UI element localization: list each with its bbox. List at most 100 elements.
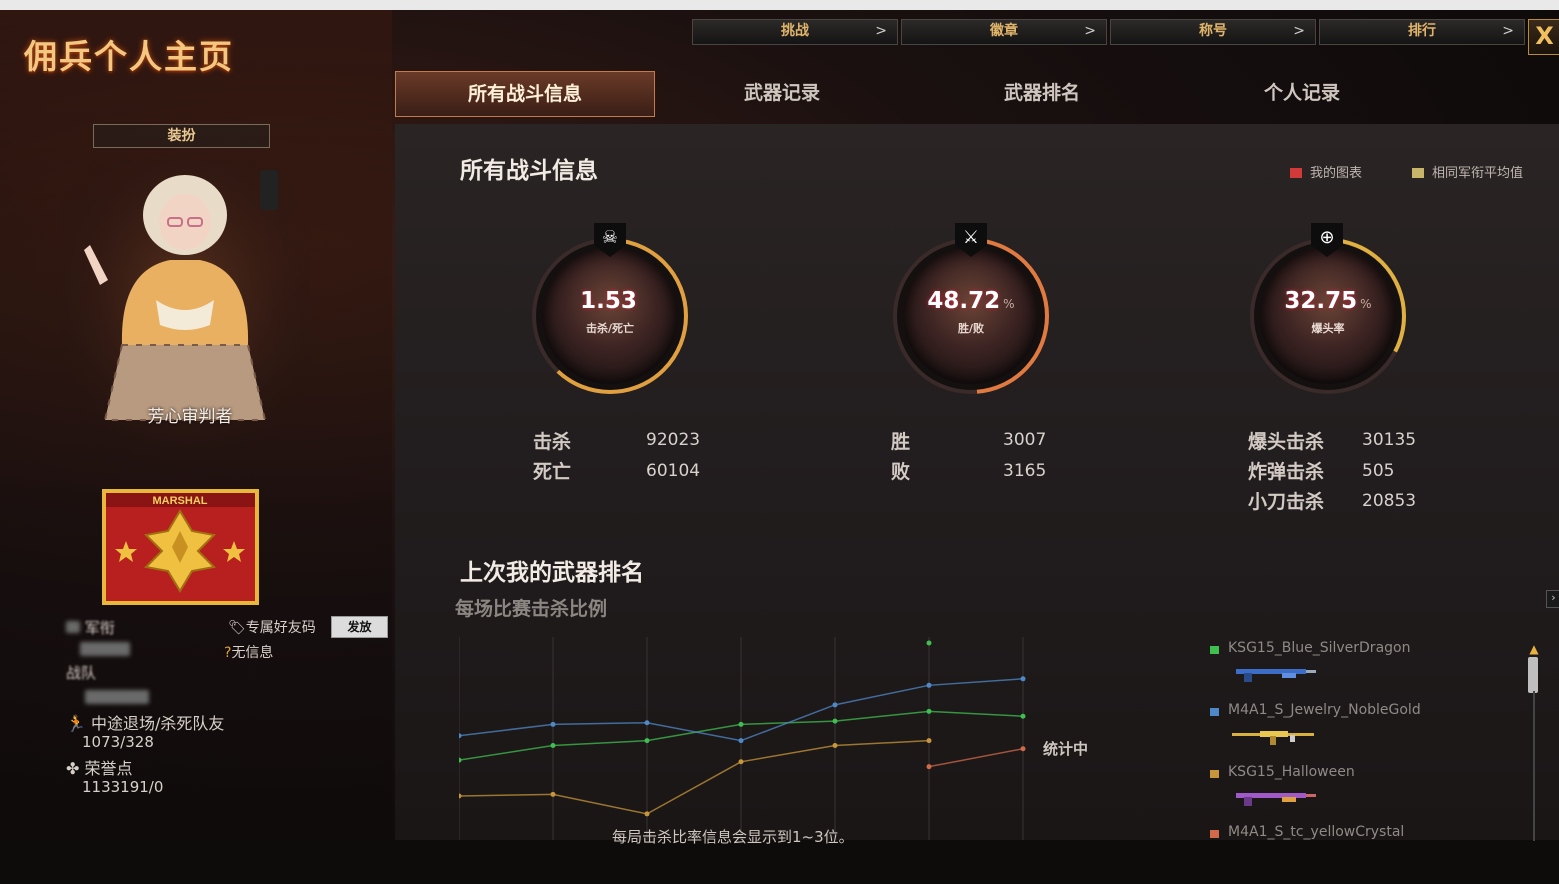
tab-weapon-rankings[interactable]: 武器排名 <box>913 71 1171 115</box>
rank-insignia: MARSHAL <box>102 489 259 605</box>
legend-mine: 我的图表 <box>1290 162 1362 181</box>
battle-info-heading: 所有战斗信息 <box>460 158 598 184</box>
tab-all-battle-info[interactable]: 所有战斗信息 <box>395 71 655 117</box>
shotgun-icon <box>1236 793 1316 806</box>
tab-ranking[interactable]: 排行 > <box>1319 19 1525 45</box>
legend-average: 相同军衔平均值 <box>1412 162 1523 181</box>
series-point-1 <box>459 733 462 739</box>
close-button[interactable]: X <box>1528 19 1559 55</box>
chevron-right-icon: > <box>875 23 887 39</box>
weapon-item[interactable]: M4A1_S_tc_yellowCrystal <box>1210 824 1510 884</box>
headshot-kills-label: 爆头击杀 <box>1248 431 1325 453</box>
chevron-right-icon: > <box>1084 23 1096 39</box>
kd-ratio-ring-center <box>542 248 678 384</box>
quit-kill-label: 中途退场/杀死队友 <box>91 714 225 733</box>
headshot-rate-ring: 32.75% 爆头率 <box>1248 236 1408 396</box>
weapon-item[interactable]: KSG15_Halloween <box>1210 764 1510 824</box>
bomb-kills-value: 505 <box>1362 461 1395 481</box>
legend-mine-swatch <box>1290 168 1302 178</box>
series-point-1 <box>1020 676 1026 682</box>
weapon-name: KSG15_Halloween <box>1228 764 1355 780</box>
series-point-2 <box>926 738 932 744</box>
series-point-3 <box>1020 746 1026 752</box>
rank-name: MARSHAL <box>153 495 208 507</box>
clan-name-redacted <box>85 690 149 708</box>
wins-label: 胜 <box>891 431 911 453</box>
headshot-rate-ring-center <box>1260 248 1396 384</box>
scrollbar-thumb[interactable] <box>1528 657 1538 693</box>
dress-up-button[interactable]: 装扮 <box>93 124 270 148</box>
series-point-0 <box>459 757 462 763</box>
series-point-2 <box>459 793 462 799</box>
shotgun-icon <box>1236 669 1316 682</box>
series-point-0 <box>926 708 932 714</box>
kd-ratio-value: 1.53 <box>530 288 690 314</box>
tab-badge[interactable]: 徽章 > <box>901 19 1107 45</box>
kills-label: 击杀 <box>533 431 572 453</box>
headshot-rate-value: 32.75% <box>1248 288 1408 314</box>
legend-mine-label: 我的图表 <box>1310 166 1363 181</box>
win-rate-number: 48.72 <box>927 288 1001 314</box>
honor-label: 荣誉点 <box>84 759 133 778</box>
weapon-list-scrollbar[interactable]: ▲ <box>1527 643 1541 841</box>
losses-label: 败 <box>891 461 911 483</box>
redacted-value <box>80 642 130 656</box>
quit-kill-row: 🏃 中途退场/杀死队友 <box>66 710 224 734</box>
kd-ratio-caption: 击杀/死亡 <box>585 322 635 335</box>
stat-pending-label: 统计中 <box>1043 740 1089 758</box>
weapon-color-swatch <box>1210 830 1219 838</box>
scroll-up-icon[interactable]: ▲ <box>1527 643 1541 655</box>
wins-value: 3007 <box>1003 430 1047 450</box>
series-line-2 <box>459 739 930 815</box>
scrollbar-track[interactable] <box>1533 691 1535 841</box>
win-rate-ring-center <box>903 248 1039 384</box>
weapon-name: M4A1_S_Jewelry_NobleGold <box>1228 702 1421 718</box>
send-friend-code-button[interactable]: 发放 <box>331 616 388 638</box>
player-nickname: 芳心审判者 <box>147 407 233 427</box>
page-title: 佣兵个人主页 <box>24 37 234 76</box>
kills-value: 92023 <box>646 430 701 450</box>
tab-title[interactable]: 称号 > <box>1110 19 1316 45</box>
win-rate-unit: % <box>1003 297 1015 311</box>
collapse-arrow-icon[interactable]: › <box>1546 590 1559 608</box>
tab-personal-records[interactable]: 个人记录 <box>1173 71 1431 115</box>
tab-weapon-records[interactable]: 武器记录 <box>653 71 911 115</box>
weapon-color-swatch <box>1210 770 1219 778</box>
tab-title-label: 称号 <box>1199 23 1227 39</box>
weapon-item[interactable]: M4A1_S_Jewelry_NobleGold <box>1210 702 1510 762</box>
weapon-name: M4A1_S_tc_yellowCrystal <box>1228 824 1405 840</box>
quit-kill-value: 1073/328 <box>82 733 154 751</box>
outlier-point <box>926 640 932 646</box>
weapon-rank-subheading: 每场比赛击杀比例 <box>455 598 608 620</box>
clan-label: 战队 <box>66 664 97 682</box>
win-rate-ring: 48.72% 胜/败 <box>891 236 1051 396</box>
friend-code-row: 🏷专属好友码 <box>228 617 316 637</box>
clan-row: 战队 <box>66 662 96 683</box>
kd-ratio-ring: 1.53 击杀/死亡 <box>530 236 690 396</box>
honor-value: 1133191/0 <box>82 778 164 796</box>
section-tab-bar: 所有战斗信息 武器记录 武器排名 个人记录 <box>395 71 1555 117</box>
legend-average-swatch <box>1412 168 1424 178</box>
honor-row: ✤ 荣誉点 <box>66 755 133 779</box>
weapon-item[interactable]: KSG15_Blue_SilverDragon <box>1210 640 1510 700</box>
kill-ratio-line-chart <box>459 637 1026 840</box>
series-point-1 <box>550 721 556 727</box>
series-point-0 <box>550 743 556 749</box>
series-point-2 <box>644 811 650 817</box>
top-tab-bar: 挑战 > 徽章 > 称号 > 排行 > <box>692 19 1552 45</box>
series-line-3 <box>928 748 1024 768</box>
series-point-1 <box>644 720 650 726</box>
clan-value: 无信息 <box>231 645 274 661</box>
rank-small-icon <box>66 621 80 633</box>
series-point-1 <box>926 682 932 688</box>
window-top-strip <box>0 0 1559 10</box>
tab-challenge[interactable]: 挑战 > <box>692 19 898 45</box>
weapon-color-swatch <box>1210 646 1219 654</box>
honor-leaf-icon: ✤ <box>66 759 80 778</box>
headshot-rate-caption: 爆头率 <box>1311 322 1345 335</box>
deaths-value: 60104 <box>646 461 701 481</box>
series-point-2 <box>832 743 838 749</box>
headshot-rate-number: 32.75 <box>1284 288 1358 314</box>
chevron-right-icon: > <box>1502 23 1514 39</box>
weapon-rank-footnote: 每局击杀比率信息会显示到1~3位。 <box>612 828 854 846</box>
